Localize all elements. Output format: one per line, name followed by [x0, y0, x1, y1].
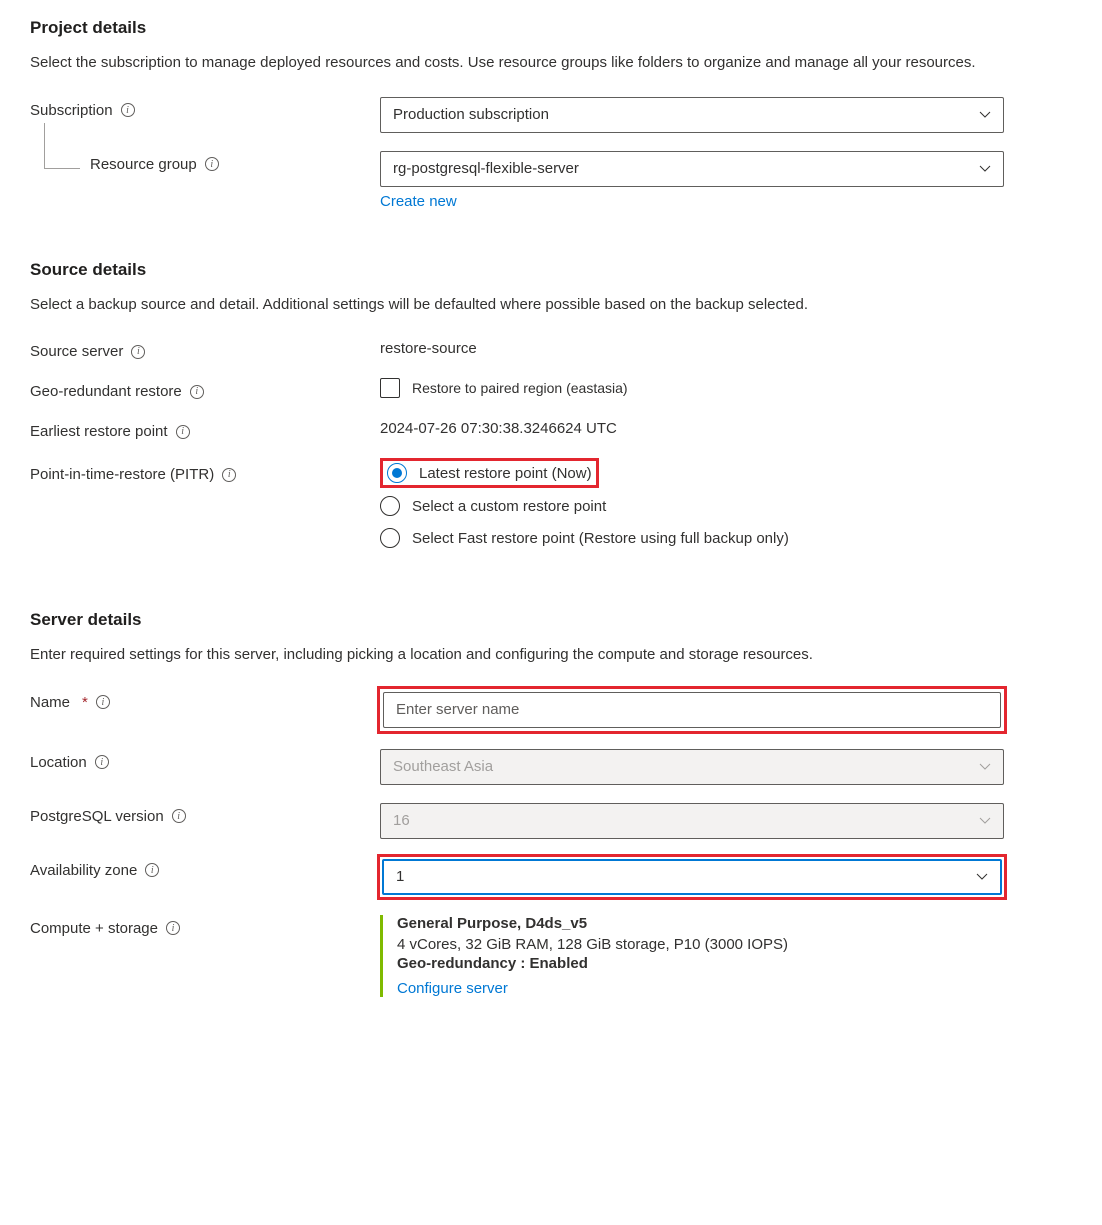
chevron-down-icon [979, 111, 991, 119]
pg-version-label: PostgreSQL version [30, 808, 164, 825]
info-icon[interactable]: i [121, 103, 135, 117]
name-label: Name [30, 694, 70, 711]
location-value: Southeast Asia [393, 758, 493, 775]
server-details-description: Enter required settings for this server,… [30, 644, 1072, 667]
source-details-section: Source details Select a backup source an… [30, 260, 1072, 549]
radio-icon [387, 463, 407, 483]
availability-zone-value: 1 [396, 868, 404, 885]
radio-icon [380, 528, 400, 548]
chevron-down-icon [979, 817, 991, 825]
info-icon[interactable]: i [172, 809, 186, 823]
geo-restore-checkbox-label: Restore to paired region (eastasia) [412, 380, 628, 396]
subscription-select[interactable]: Production subscription [380, 97, 1004, 133]
pitr-latest-label: Latest restore point (Now) [419, 465, 592, 482]
compute-specs: 4 vCores, 32 GiB RAM, 128 GiB storage, P… [397, 936, 1004, 953]
configure-server-link[interactable]: Configure server [397, 980, 508, 997]
info-icon[interactable]: i [145, 863, 159, 877]
chevron-down-icon [979, 763, 991, 771]
pitr-fast-label: Select Fast restore point (Restore using… [412, 530, 789, 547]
subscription-value: Production subscription [393, 106, 549, 123]
availability-zone-label: Availability zone [30, 862, 137, 879]
project-details-description: Select the subscription to manage deploy… [30, 52, 1072, 75]
info-icon[interactable]: i [96, 695, 110, 709]
create-new-link[interactable]: Create new [380, 193, 457, 210]
pitr-label: Point-in-time-restore (PITR) [30, 466, 214, 483]
availability-zone-select[interactable]: 1 [382, 859, 1002, 895]
radio-icon [380, 496, 400, 516]
compute-geo: Geo-redundancy : Enabled [397, 955, 1004, 972]
subscription-label: Subscription [30, 102, 113, 119]
tree-connector [44, 123, 80, 169]
compute-storage-summary: General Purpose, D4ds_v5 4 vCores, 32 Gi… [380, 915, 1004, 997]
earliest-restore-label: Earliest restore point [30, 423, 168, 440]
resource-group-label: Resource group [90, 156, 197, 173]
chevron-down-icon [979, 165, 991, 173]
compute-storage-label: Compute + storage [30, 920, 158, 937]
pg-version-select: 16 [380, 803, 1004, 839]
info-icon[interactable]: i [190, 385, 204, 399]
pg-version-value: 16 [393, 812, 410, 829]
server-details-heading: Server details [30, 610, 1072, 630]
project-details-heading: Project details [30, 18, 1072, 38]
compute-tier: General Purpose, D4ds_v5 [397, 915, 1004, 932]
source-server-value: restore-source [380, 338, 1004, 357]
source-details-heading: Source details [30, 260, 1072, 280]
resource-group-select[interactable]: rg-postgresql-flexible-server [380, 151, 1004, 187]
geo-restore-label: Geo-redundant restore [30, 383, 182, 400]
info-icon[interactable]: i [95, 755, 109, 769]
location-select: Southeast Asia [380, 749, 1004, 785]
info-icon[interactable]: i [222, 468, 236, 482]
info-icon[interactable]: i [205, 157, 219, 171]
resource-group-value: rg-postgresql-flexible-server [393, 160, 579, 177]
pitr-radio-latest[interactable]: Latest restore point (Now) [387, 463, 592, 483]
project-details-section: Project details Select the subscription … [30, 18, 1072, 210]
earliest-restore-value: 2024-07-26 07:30:38.3246624 UTC [380, 418, 1004, 437]
source-server-label: Source server [30, 343, 123, 360]
source-details-description: Select a backup source and detail. Addit… [30, 294, 1072, 317]
location-label: Location [30, 754, 87, 771]
pitr-radio-fast[interactable]: Select Fast restore point (Restore using… [380, 528, 1004, 548]
required-asterisk: * [82, 694, 88, 711]
pitr-custom-label: Select a custom restore point [412, 498, 606, 515]
server-details-section: Server details Enter required settings f… [30, 610, 1072, 997]
pitr-radio-custom[interactable]: Select a custom restore point [380, 496, 1004, 516]
info-icon[interactable]: i [166, 921, 180, 935]
geo-restore-checkbox[interactable] [380, 378, 400, 398]
info-icon[interactable]: i [176, 425, 190, 439]
server-name-input[interactable] [383, 692, 1001, 728]
chevron-down-icon [976, 873, 988, 881]
info-icon[interactable]: i [131, 345, 145, 359]
